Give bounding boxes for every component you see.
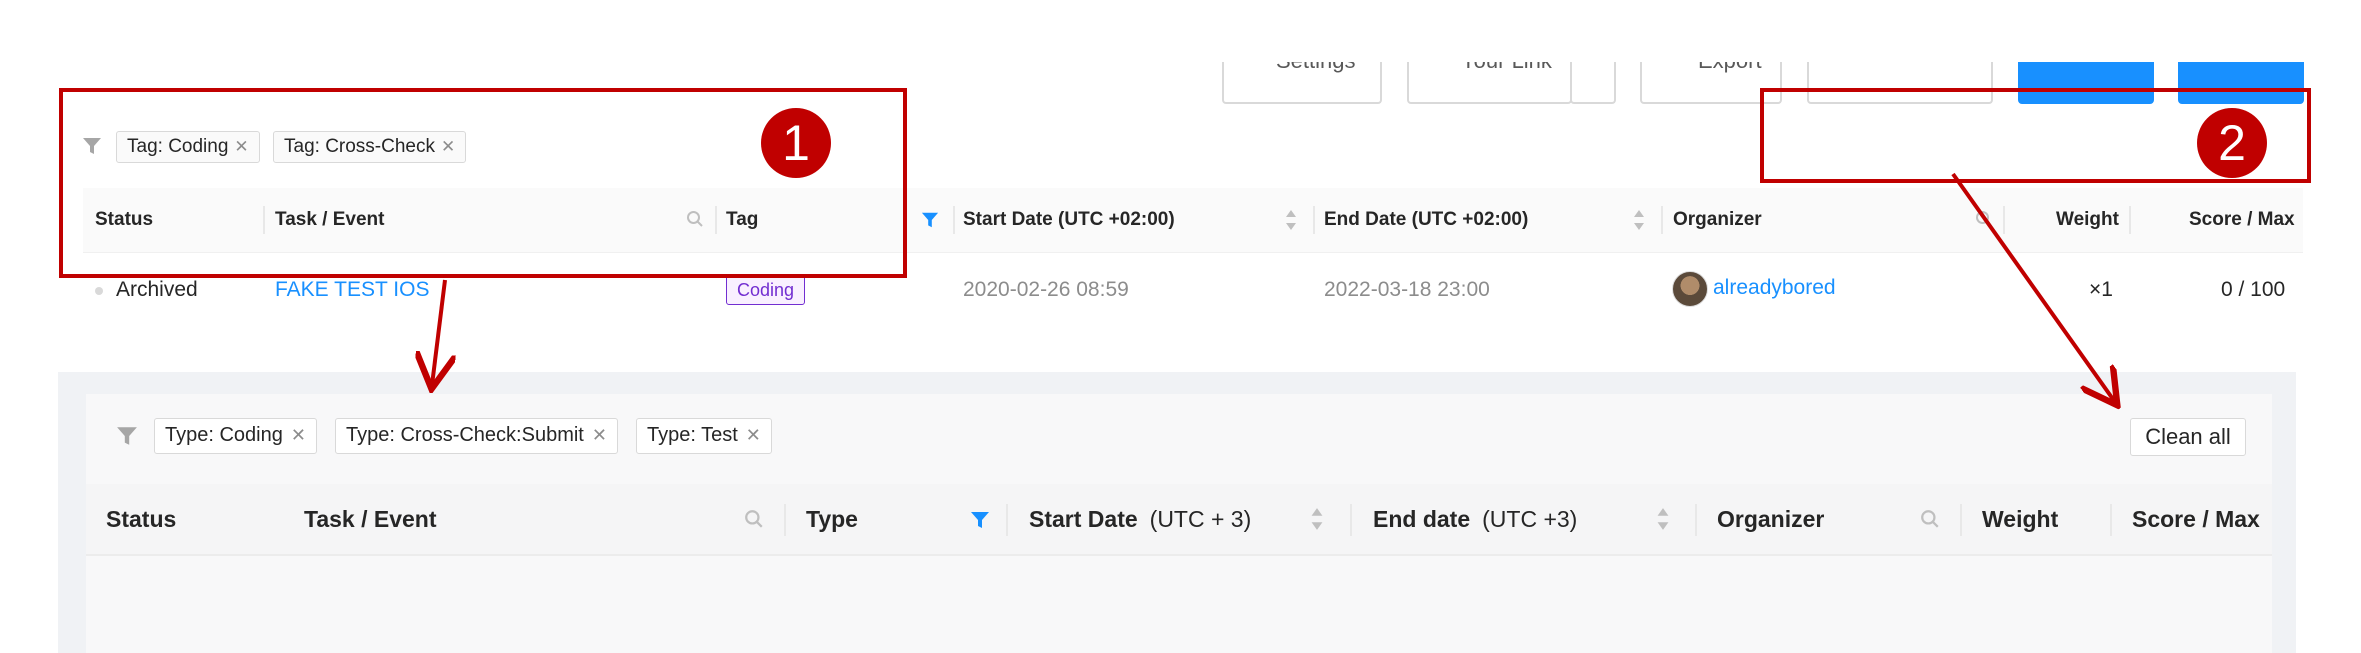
annotation-arrows (0, 172, 2361, 653)
annotation-arrow-2 (1951, 172, 2115, 402)
annotation-arrow-1 (432, 279, 445, 385)
